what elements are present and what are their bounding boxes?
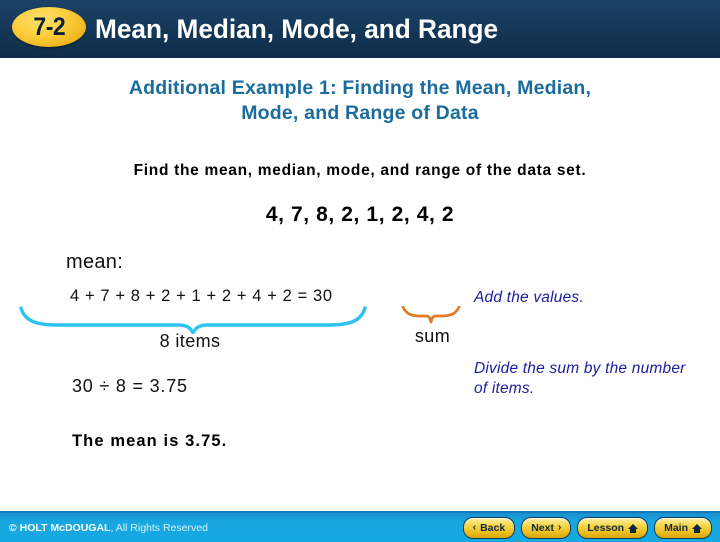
home-icon xyxy=(628,523,639,533)
sum-equation: 4 + 7 + 8 + 2 + 1 + 2 + 4 + 2 = 30 xyxy=(70,287,333,305)
chevron-right-icon: › xyxy=(557,522,562,533)
copyright-notice: © HOLT McDOUGAL, All Rights Reserved xyxy=(9,522,208,534)
example-subtitle: Additional Example 1: Finding the Mean, … xyxy=(0,76,720,126)
slide: 7-2 Mean, Median, Mode, and Range Additi… xyxy=(0,0,720,542)
mean-label: mean: xyxy=(66,251,124,273)
back-button[interactable]: ‹ Back xyxy=(462,517,516,539)
subtitle-line-2: Mode, and Range of Data xyxy=(241,102,479,124)
copyright-rights: , All Rights Reserved xyxy=(110,522,208,534)
items-brace xyxy=(18,306,368,335)
copyright-brand: © HOLT McDOUGAL xyxy=(9,522,111,534)
chevron-left-icon: ‹ xyxy=(472,522,477,533)
main-button-label: Main xyxy=(664,522,688,534)
sum-label: sum xyxy=(414,326,451,346)
conclusion-statement: The mean is 3.75. xyxy=(72,432,228,450)
annotation-add-values: Add the values. xyxy=(474,289,584,306)
items-count-label: 8 items xyxy=(159,331,221,351)
back-button-label: Back xyxy=(480,522,506,534)
lesson-button-label: Lesson xyxy=(587,522,625,534)
lesson-number-label: 7-2 xyxy=(33,12,65,41)
problem-prompt: Find the mean, median, mode, and range o… xyxy=(133,162,587,179)
lesson-button[interactable]: Lesson xyxy=(577,517,649,539)
main-button[interactable]: Main xyxy=(654,517,712,539)
slide-footer: © HOLT McDOUGAL, All Rights Reserved ‹ B… xyxy=(0,511,720,542)
division-equation: 30 ÷ 8 = 3.75 xyxy=(72,376,188,396)
slide-header: 7-2 Mean, Median, Mode, and Range xyxy=(0,0,720,58)
annotation-divide: Divide the sum by the number of items. xyxy=(474,360,686,397)
subtitle-line-1: Additional Example 1: Finding the Mean, … xyxy=(128,77,592,99)
lesson-number-badge: 7-2 xyxy=(12,7,86,47)
next-button[interactable]: Next › xyxy=(521,517,572,539)
data-set-values: 4, 7, 8, 2, 1, 2, 4, 2 xyxy=(265,203,455,226)
home-icon xyxy=(692,523,702,533)
page-title: Mean, Median, Mode, and Range xyxy=(95,13,499,44)
navigation-buttons: ‹ Back Next › Lesson Main xyxy=(462,517,712,539)
sum-brace xyxy=(400,305,462,324)
next-button-label: Next xyxy=(531,522,554,534)
